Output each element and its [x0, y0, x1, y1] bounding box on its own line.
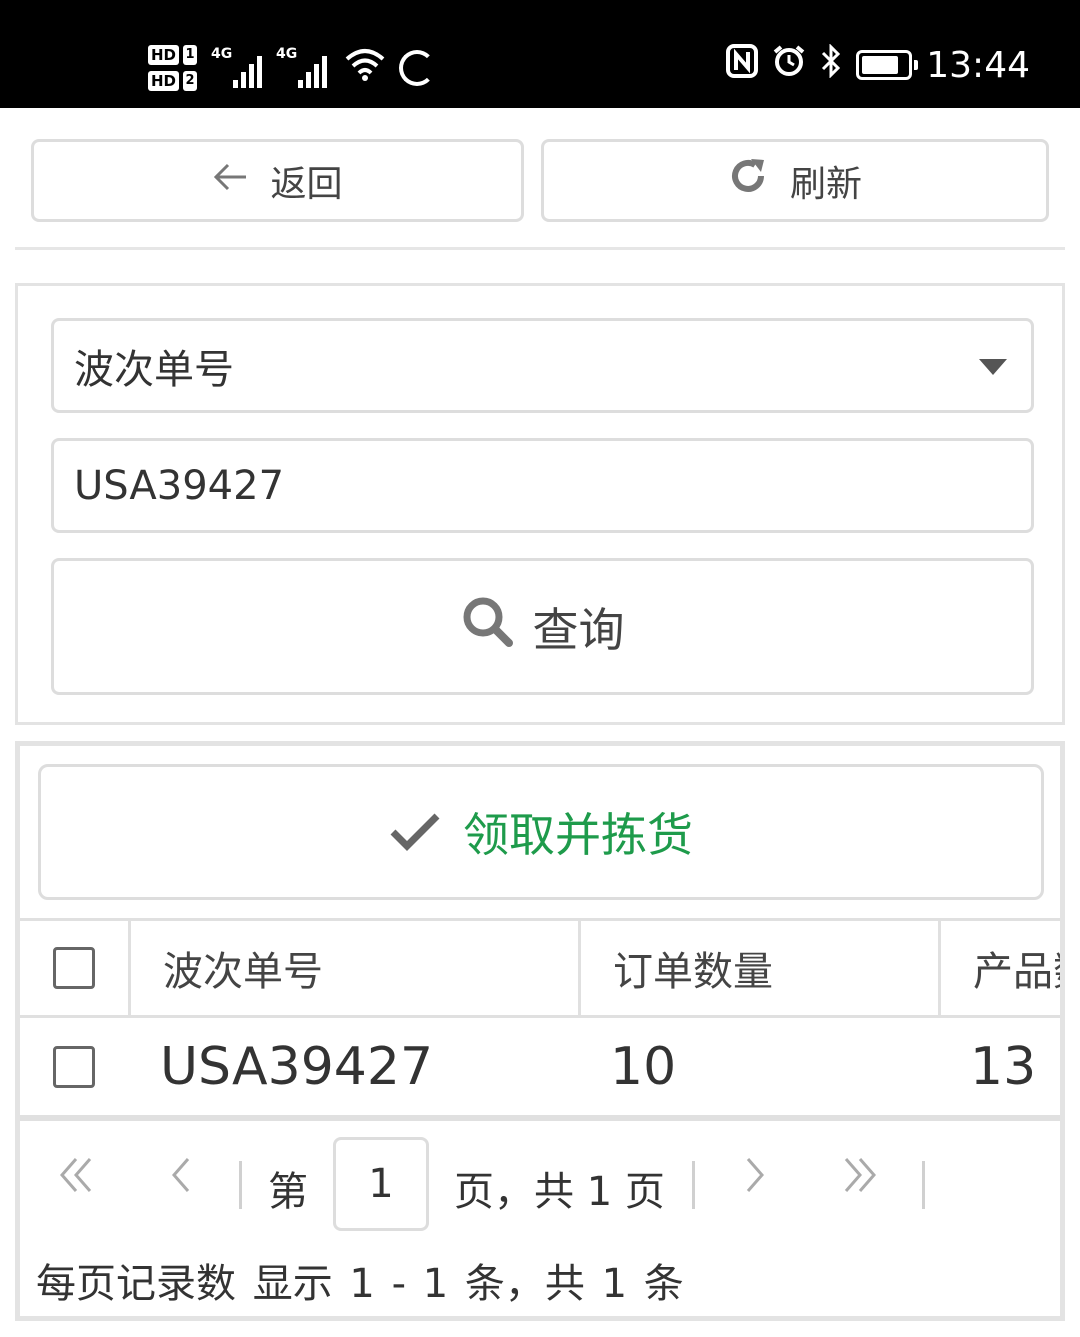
bluetooth-icon [820, 43, 842, 86]
check-icon [389, 797, 441, 867]
refresh-icon [728, 156, 768, 205]
row-select-cell [20, 1018, 128, 1115]
page-prefix: 第 [268, 1169, 308, 1215]
table-header: 波次单号 订单数量 产品数 [20, 918, 1060, 1018]
search-input[interactable]: USA39427 [51, 438, 1034, 533]
clock: 13:44 [926, 44, 1030, 86]
hd-badge: HD [148, 45, 180, 65]
next-page-icon[interactable] [744, 1151, 768, 1207]
query-button[interactable]: 查询 [51, 558, 1034, 695]
refresh-label: 刷新 [789, 163, 862, 205]
sim-number: 1 [183, 45, 198, 65]
network-type: 4G [211, 46, 233, 62]
page-suffix: 页，共 1 页 [454, 1169, 665, 1215]
status-right: 13:44 [726, 43, 1030, 86]
table-row[interactable]: USA39427 10 13 [20, 1018, 1060, 1118]
arrow-left-icon [212, 160, 248, 201]
pager-separator [692, 1161, 695, 1209]
pagination: 第 1 页，共 1 页 每页记录数 显示 1 - 1 条，共 1 条 [20, 1118, 1060, 1316]
alarm-icon [772, 44, 806, 86]
back-label: 返回 [270, 163, 343, 205]
cell-product-qty: 13 [970, 1036, 1037, 1097]
pager-info: 每页记录数 显示 1 - 1 条，共 1 条 [36, 1251, 684, 1309]
search-icon [461, 595, 513, 658]
pager-separator [922, 1161, 925, 1209]
divider [15, 247, 1065, 250]
loading-icon [399, 50, 436, 86]
first-page-icon[interactable] [58, 1151, 94, 1207]
network-type: 4G [276, 46, 298, 62]
display-info: 显示 1 - 1 条，共 1 条 [252, 1261, 684, 1307]
wave-grid: 领取并拣货 波次单号 订单数量 产品数 USA39427 10 13 第 1 页… [15, 741, 1065, 1321]
signal-icon: 4G [276, 46, 328, 88]
claim-and-pick-label: 领取并拣货 [463, 808, 693, 862]
search-input-value: USA39427 [74, 462, 285, 509]
refresh-button[interactable]: 刷新 [541, 139, 1049, 222]
status-bar: HD 1 HD 2 4G 4G 13:44 [0, 0, 1080, 108]
sim-number: 2 [183, 71, 198, 91]
column-header-wave-no[interactable]: 波次单号 [128, 921, 578, 1015]
select-all-cell [20, 921, 128, 1015]
cell-order-qty: 10 [610, 1036, 677, 1097]
search-panel: 波次单号 USA39427 查询 [15, 283, 1065, 725]
prev-page-icon[interactable] [168, 1151, 192, 1207]
column-header-product-qty[interactable]: 产品数 [938, 921, 1060, 1015]
query-label: 查询 [532, 602, 625, 657]
cell-wave-no: USA39427 [160, 1036, 434, 1097]
page-number-input[interactable]: 1 [333, 1137, 429, 1231]
last-page-icon[interactable] [842, 1151, 878, 1207]
per-page-label: 每页记录数 [36, 1261, 236, 1307]
caret-down-icon [979, 359, 1007, 375]
nfc-icon [726, 44, 759, 86]
row-checkbox[interactable] [53, 1045, 95, 1088]
status-left: HD 1 HD 2 4G 4G [148, 36, 436, 100]
select-all-checkbox[interactable] [53, 947, 95, 989]
claim-and-pick-button[interactable]: 领取并拣货 [38, 764, 1044, 900]
battery-icon [856, 50, 919, 80]
wifi-icon [345, 46, 385, 90]
signal-icon: 4G [211, 46, 263, 88]
pager-separator [239, 1161, 242, 1209]
search-type-value: 波次单号 [74, 346, 234, 393]
search-type-select[interactable]: 波次单号 [51, 318, 1034, 413]
hd-badge: HD [148, 71, 180, 91]
column-header-order-qty[interactable]: 订单数量 [578, 921, 938, 1015]
back-button[interactable]: 返回 [31, 139, 524, 222]
hd-indicators: HD 1 HD 2 [148, 45, 198, 91]
page-number-value: 1 [368, 1161, 394, 1207]
